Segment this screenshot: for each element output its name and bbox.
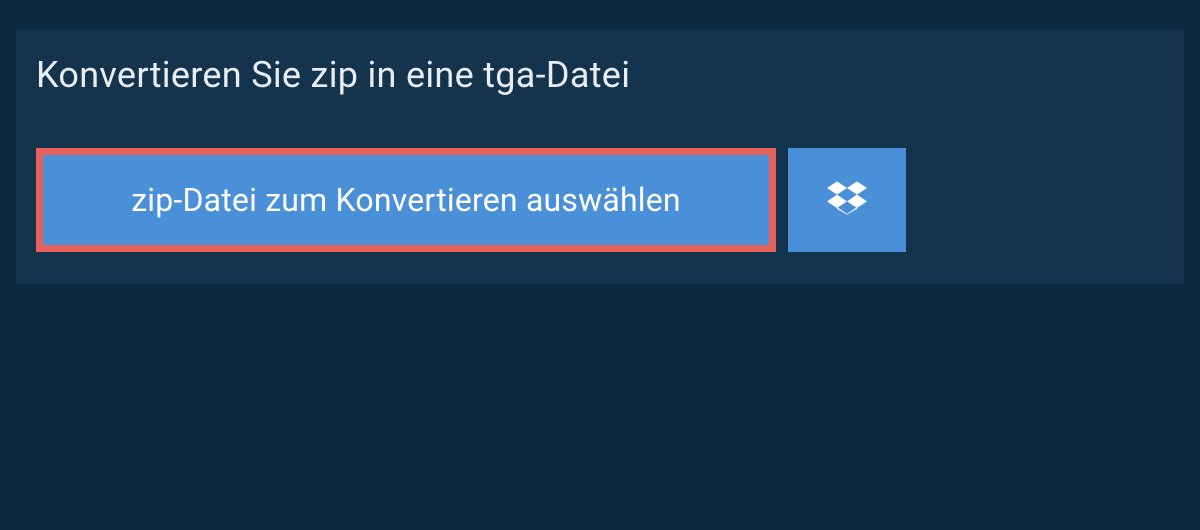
file-select-row: zip-Datei zum Konvertieren auswählen: [16, 120, 1184, 252]
heading-container: Konvertieren Sie zip in eine tga-Datei: [16, 30, 670, 120]
converter-panel: Konvertieren Sie zip in eine tga-Datei z…: [16, 30, 1184, 284]
page-title: Konvertieren Sie zip in eine tga-Datei: [36, 54, 630, 96]
dropbox-button[interactable]: [788, 148, 906, 252]
select-file-label: zip-Datei zum Konvertieren auswählen: [131, 181, 681, 219]
dropbox-icon: [827, 178, 867, 222]
select-file-button[interactable]: zip-Datei zum Konvertieren auswählen: [36, 148, 776, 252]
